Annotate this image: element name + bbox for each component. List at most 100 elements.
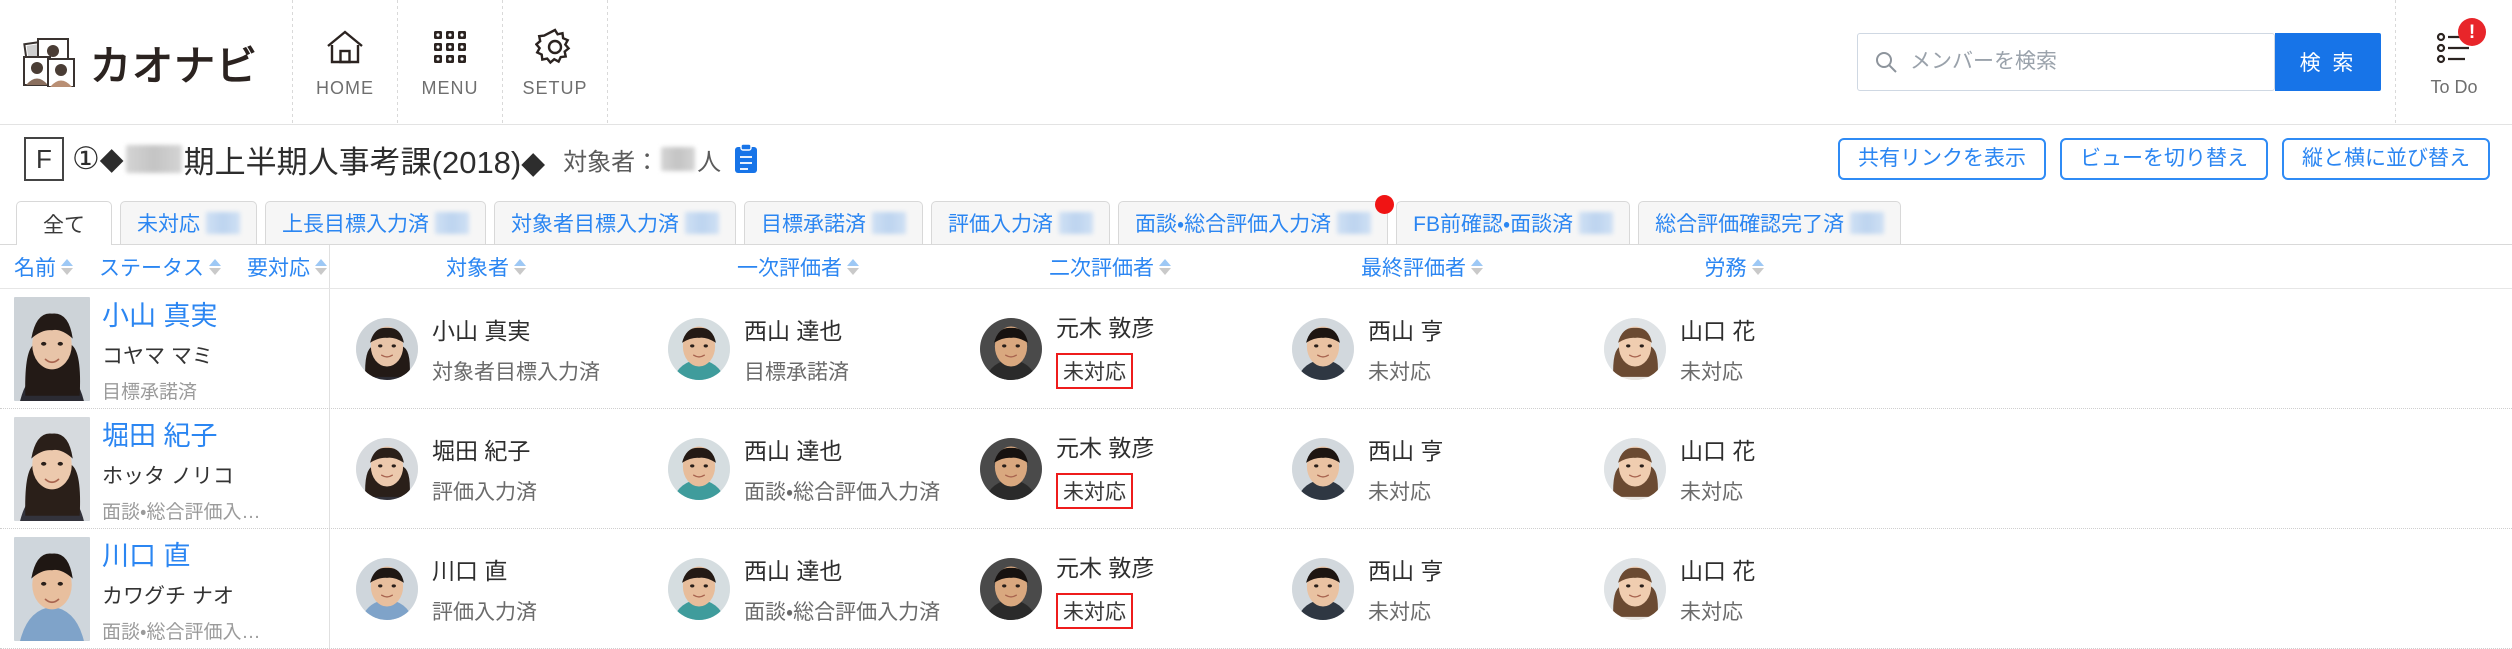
member-name-block: 堀田 紀子ホッタ ノリコ面談・総合評価入… — [102, 414, 260, 524]
nav-label-setup: SETUP — [522, 78, 588, 98]
tab-3[interactable]: 対象者目標入力済 — [494, 201, 736, 244]
avatar[interactable] — [1292, 557, 1354, 620]
search-icon — [1874, 50, 1898, 74]
show-share-link-button[interactable]: 共有リンクを表示 — [1838, 138, 2046, 180]
col-secondary-evaluator[interactable]: 二次評価者 — [954, 245, 1266, 288]
evaluator-name: 西山 達也 — [744, 317, 843, 344]
avatar[interactable] — [1604, 437, 1666, 500]
member-status: 面談・総合評価入… — [102, 501, 261, 523]
nav-item-setup[interactable]: SETUP — [503, 0, 607, 124]
sort-arrows-icon[interactable] — [61, 258, 73, 275]
avatar[interactable] — [1604, 317, 1666, 380]
form-badge: F — [24, 137, 64, 181]
member-kana: コヤマ マミ — [102, 344, 213, 368]
status-badge-alert: 未対応 — [1056, 352, 1133, 389]
col-status[interactable]: ステータス — [99, 252, 221, 282]
todo-badge: ! — [2458, 18, 2486, 46]
column-header-label: 二次評価者 — [1049, 256, 1154, 280]
col-target-person[interactable]: 対象者 — [330, 245, 642, 288]
tab-label: 対象者目標入力済 — [511, 213, 679, 236]
member-kana: ホッタ ノリコ — [102, 464, 234, 488]
sort-arrows-icon[interactable] — [1751, 258, 1764, 275]
sort-arrows-icon[interactable] — [209, 258, 221, 275]
tab-count-masked — [1579, 212, 1614, 234]
search-input[interactable] — [1908, 49, 2274, 75]
search-box[interactable] — [1857, 33, 2275, 91]
grid-menu-icon — [428, 25, 472, 69]
tab-5[interactable]: 評価入力済 — [931, 201, 1110, 244]
status-badge: 評価入力済 — [432, 600, 537, 624]
avatar[interactable] — [356, 317, 418, 380]
evaluator-cell: 小山 真実 対象者目標入力済 — [330, 289, 642, 408]
evaluator-name: 西山 亨 — [1368, 437, 1444, 464]
nav-item-home[interactable]: HOME — [293, 0, 397, 124]
member-status: 目標承諾済 — [102, 381, 198, 403]
col-primary-evaluator[interactable]: 一次評価者 — [642, 245, 954, 288]
status-tabs: 全て 未対応 上長目標入力済 対象者目標入力済 目標承諾済 評価入力済 面談・総合評価入力済… — [0, 193, 2512, 245]
evaluator-info: 元木 敦彦 未対応 — [1056, 429, 1154, 509]
tab-7[interactable]: FB前確認・面談済 — [1396, 201, 1631, 244]
status-badge: 未対応 — [1368, 600, 1431, 624]
avatar[interactable] — [668, 557, 730, 620]
todo-button[interactable]: ! To Do — [2396, 0, 2512, 124]
member-name-link[interactable]: 川口 直 — [102, 534, 260, 573]
evaluator-info: 西山 亨未対応 — [1368, 552, 1443, 626]
member-name-link[interactable]: 小山 真実 — [102, 294, 218, 333]
avatar[interactable] — [980, 437, 1042, 500]
target-count-label: 対象者： — [563, 148, 660, 176]
tab-label: 上長目標入力済 — [282, 213, 429, 236]
column-header: 一次評価者 — [737, 252, 859, 282]
switch-view-button[interactable]: ビューを切り替え — [2060, 138, 2268, 180]
col-labor[interactable]: 労務 — [1578, 245, 1890, 288]
sort-arrows-icon[interactable] — [514, 258, 526, 275]
evaluator-info: 元木 敦彦 未対応 — [1056, 549, 1154, 629]
col-action-required[interactable]: 要対応 — [247, 252, 327, 282]
member-name-link[interactable]: 堀田 紀子 — [102, 414, 260, 453]
avatar[interactable] — [356, 437, 418, 500]
sort-arrows-icon[interactable] — [315, 258, 327, 275]
evaluator-info: 山口 花未対応 — [1680, 432, 1755, 506]
col-name[interactable]: 名前 — [14, 252, 73, 282]
title-bar: F ①◆ 期上半期人事考課(2018)◆ 対象者： 人 共有リンクを表示 ビュー… — [0, 125, 2512, 193]
member-photo[interactable] — [14, 296, 90, 401]
sort-arrows-icon[interactable] — [1471, 258, 1483, 275]
avatar[interactable] — [668, 437, 730, 500]
col-final-evaluator[interactable]: 最終評価者 — [1266, 245, 1578, 288]
status-badge: 対象者目標入力済 — [432, 360, 600, 384]
tab-1[interactable]: 未対応 — [120, 201, 257, 244]
avatar[interactable] — [668, 317, 730, 380]
member-photo[interactable] — [14, 416, 90, 521]
brand-name: カオナビ — [90, 42, 258, 90]
avatar[interactable] — [980, 317, 1042, 380]
avatar[interactable] — [1292, 437, 1354, 500]
tab-alert-dot — [1375, 195, 1395, 214]
tab-2[interactable]: 上長目標入力済 — [265, 201, 486, 244]
gear-icon — [533, 25, 577, 69]
sort-arrows-icon[interactable] — [847, 258, 859, 275]
tab-4[interactable]: 目標承諾済 — [744, 201, 923, 244]
brand-logo[interactable]: カオナビ — [0, 0, 292, 124]
column-header: 最終評価者 — [1361, 252, 1483, 282]
table-row: 川口 直カワグチ ナオ 面談・総合評価入… 川口 直評価入力済 西山 達也 面談・総… — [0, 529, 2512, 649]
column-header-label: 対象者 — [446, 256, 509, 280]
evaluator-cell: 元木 敦彦 未対応 — [954, 289, 1266, 408]
tab-label: 全て — [43, 213, 85, 237]
tab-6[interactable]: 面談・総合評価入力済 — [1118, 195, 1395, 244]
member-table-body: 小山 真実コヤマ マミ 目標承諾済 小山 真実 対象者目標入力済 西山 達也 目標承諾… — [0, 289, 2512, 649]
evaluator-cell: 西山 達也 面談・総合評価入力済 — [642, 409, 954, 528]
evaluator-cell: 西山 亨未対応 — [1266, 409, 1578, 528]
evaluator-name: 西山 亨 — [1368, 557, 1444, 584]
member-photo[interactable] — [14, 536, 90, 641]
search-button[interactable]: 検 索 — [2275, 33, 2381, 91]
evaluator-info: 西山 達也 目標承諾済 — [744, 312, 849, 386]
nav-item-menu[interactable]: MENU — [398, 0, 502, 124]
avatar[interactable] — [1604, 557, 1666, 620]
tab-8[interactable]: 総合評価確認完了済 — [1638, 201, 1902, 244]
swap-rows-columns-button[interactable]: 縦と横に並び替え — [2282, 138, 2490, 180]
avatar[interactable] — [356, 557, 418, 620]
sort-arrows-icon[interactable] — [1159, 258, 1171, 275]
clipboard-icon[interactable] — [733, 143, 759, 175]
tab-0[interactable]: 全て — [16, 201, 112, 245]
avatar[interactable] — [1292, 317, 1354, 380]
avatar[interactable] — [980, 557, 1042, 620]
